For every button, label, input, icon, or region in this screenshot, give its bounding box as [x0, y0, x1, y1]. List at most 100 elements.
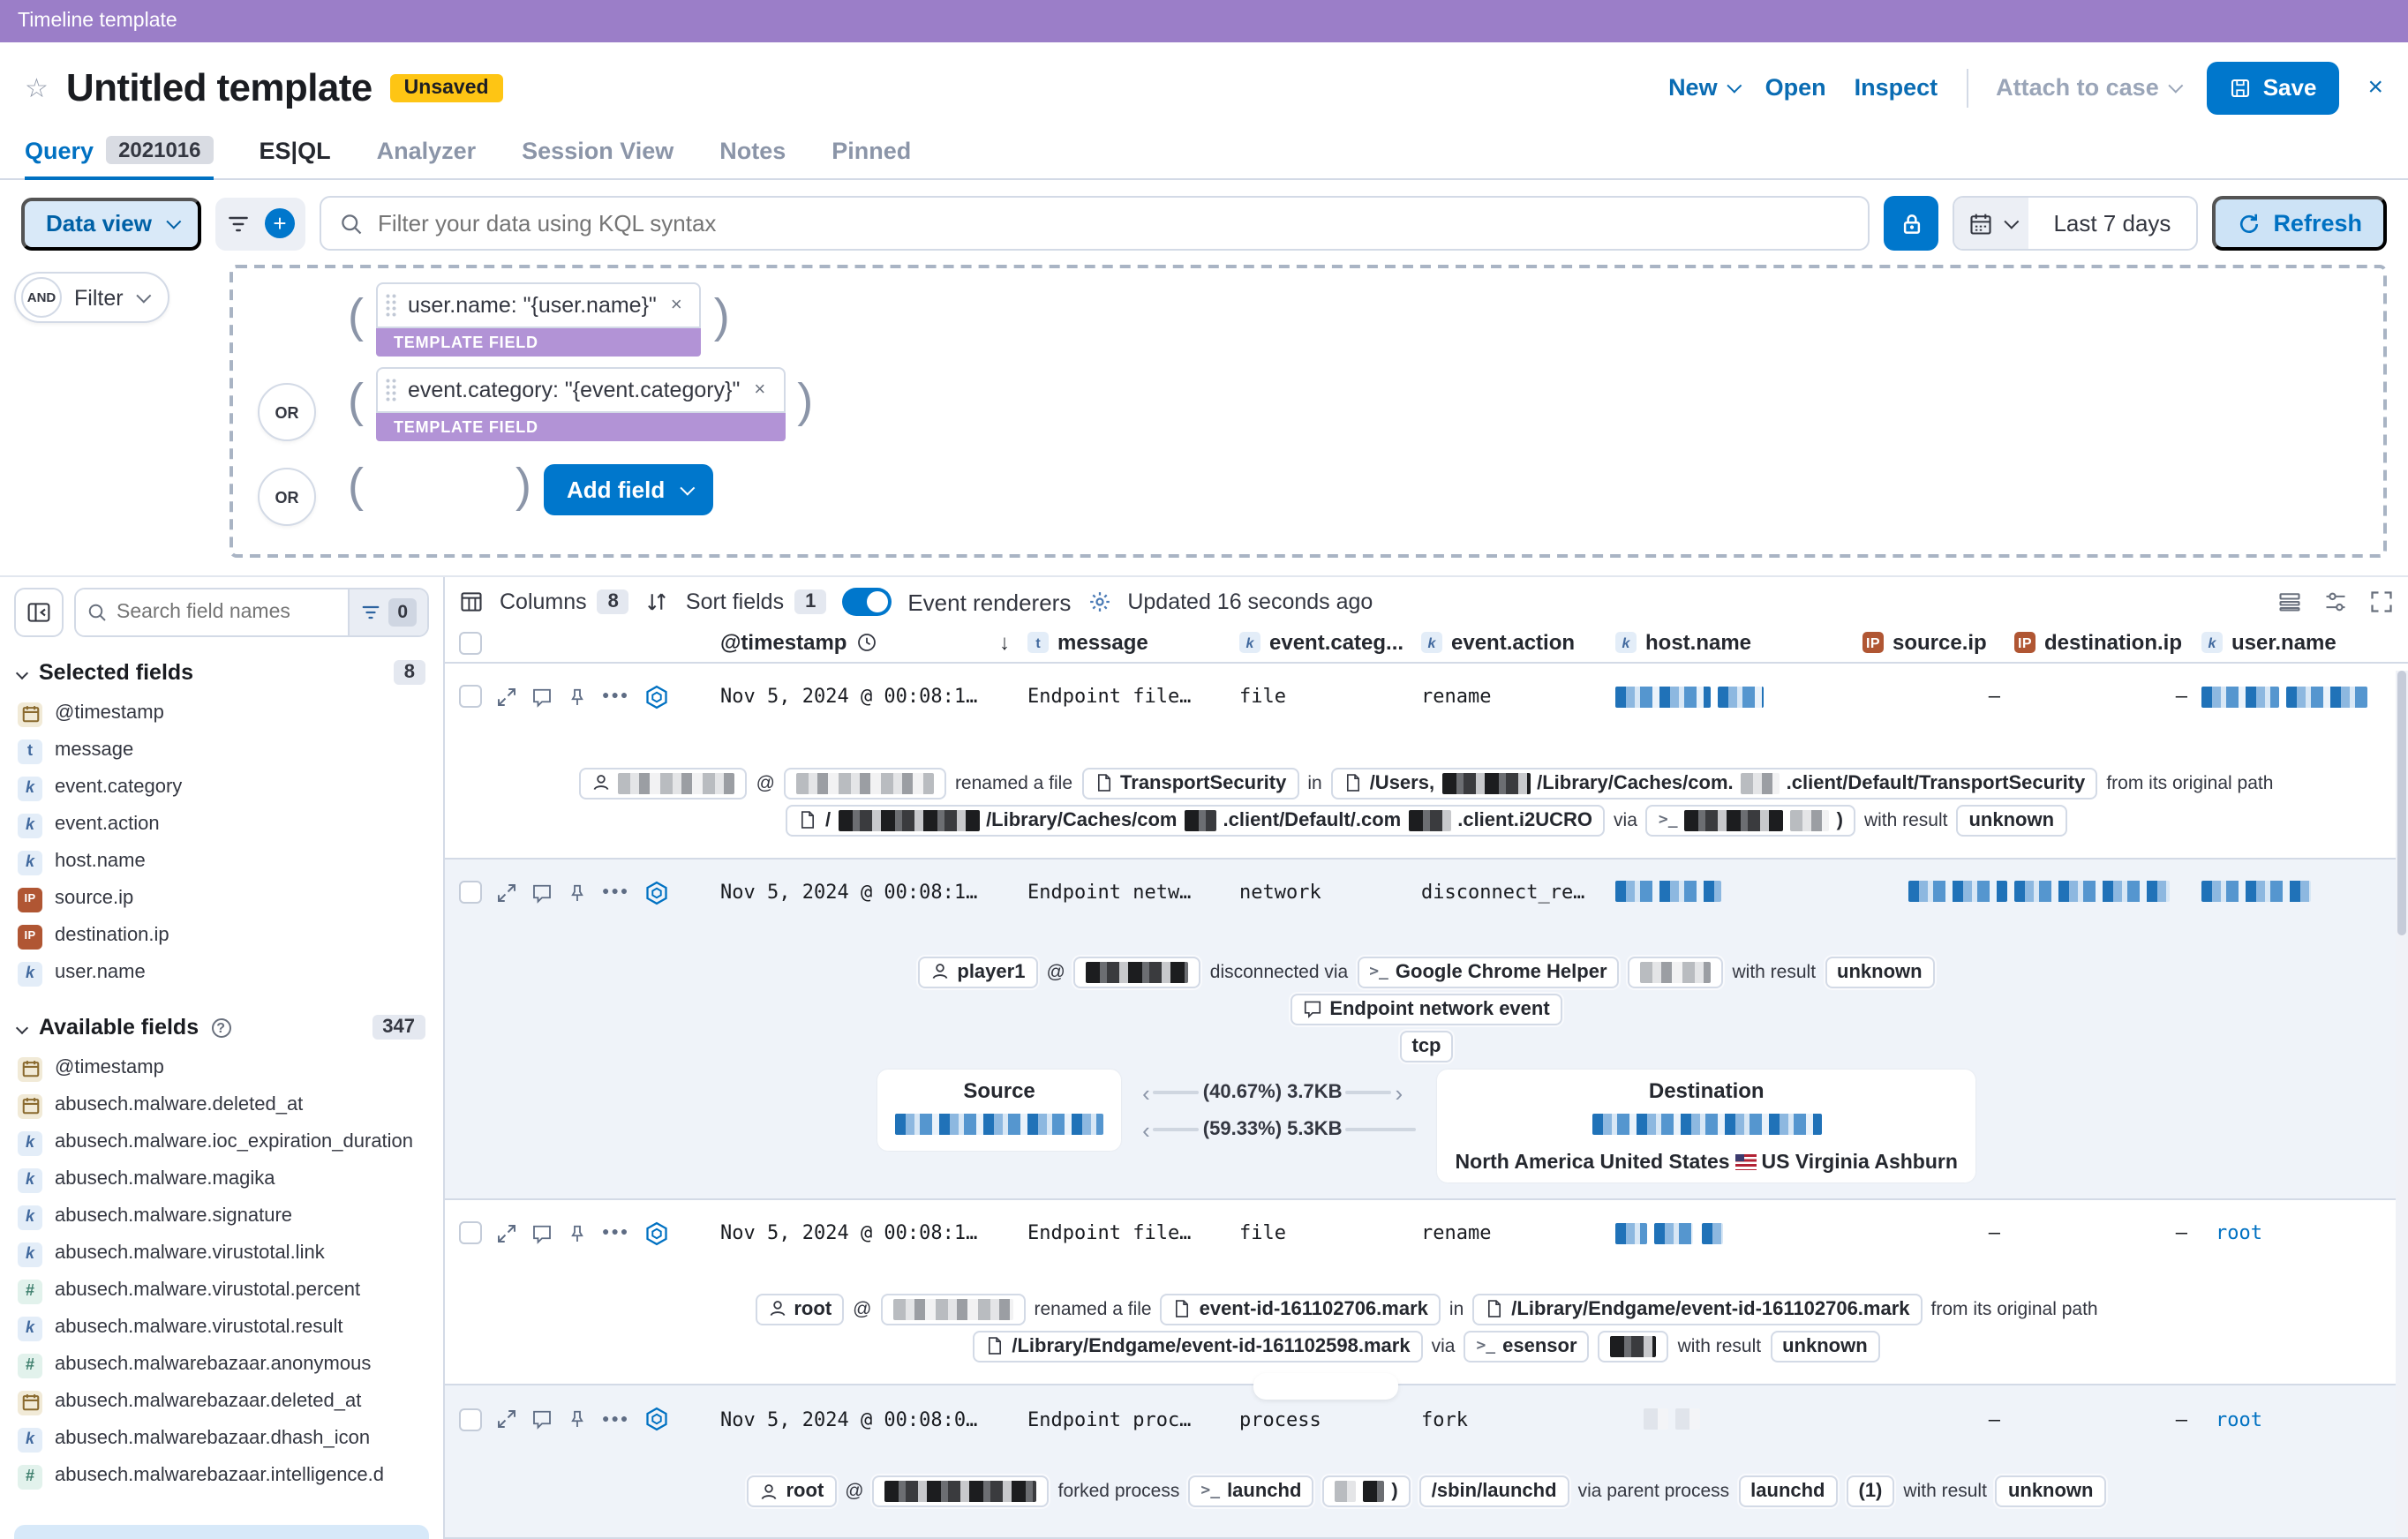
path-chip[interactable]: /sbin/launchd [1418, 1475, 1569, 1508]
column-event-action[interactable]: k event.action [1421, 631, 1615, 656]
list-item[interactable]: IP source.ip [14, 881, 429, 918]
calendar-menu-button[interactable] [1954, 198, 2029, 249]
inspect-button[interactable]: Inspect [1855, 74, 1938, 101]
list-item[interactable]: # abusech.malware.virustotal.percent [14, 1272, 429, 1310]
path-chip[interactable]: /Users,/Library/Caches/com. .client/Defau… [1330, 767, 2098, 800]
pin-icon[interactable] [567, 882, 588, 903]
filter-icon[interactable] [226, 211, 251, 236]
tab-query[interactable]: Query 2021016 [25, 136, 214, 180]
comment-icon[interactable] [531, 1409, 553, 1430]
select-all-checkbox[interactable] [459, 631, 482, 655]
list-item[interactable]: IP destination.ip [14, 918, 429, 955]
remove-filter-icon[interactable]: × [667, 295, 686, 316]
field-search-input[interactable] [117, 602, 338, 623]
column-event-category[interactable]: k event.categ... [1239, 631, 1421, 656]
sort-desc-icon[interactable]: ↓ [999, 631, 1010, 656]
pin-icon[interactable] [567, 1223, 588, 1244]
result-chip[interactable]: unknown [1825, 956, 1935, 988]
expand-event-icon[interactable] [496, 687, 517, 708]
row-checkbox[interactable] [459, 1221, 482, 1245]
selected-fields-header[interactable]: Selected fields 8 [15, 660, 425, 685]
process-chip[interactable]: >_ Google Chrome Helper [1357, 956, 1620, 988]
list-item[interactable]: # abusech.malwarebazaar.intelligence.d [14, 1458, 429, 1495]
row-checkbox[interactable] [459, 881, 482, 905]
redacted-chip[interactable] [1598, 1330, 1669, 1363]
list-item[interactable]: k abusech.malware.magika [14, 1161, 429, 1198]
analyzer-icon[interactable] [643, 1408, 668, 1432]
density-icon[interactable] [2277, 589, 2302, 614]
user-chip[interactable]: player1 [918, 956, 1038, 988]
list-item[interactable]: k abusech.malware.ioc_expiration_duration [14, 1124, 429, 1161]
process-chip[interactable]: >_ launchd [1188, 1475, 1314, 1508]
add-field-button[interactable]: Add field [544, 464, 713, 515]
list-item[interactable]: k user.name [14, 955, 429, 992]
file-chip[interactable]: TransportSecurity [1081, 767, 1299, 800]
result-chip[interactable]: unknown [1956, 804, 2067, 837]
list-item[interactable]: k event.action [14, 807, 429, 844]
pin-icon[interactable] [567, 1409, 588, 1430]
drag-handle[interactable] [385, 378, 397, 402]
parent-process-chip[interactable]: launchd [1738, 1475, 1838, 1508]
process-chip[interactable]: >_) [1645, 804, 1855, 837]
host-chip[interactable] [880, 1293, 1026, 1325]
column-timestamp[interactable]: @timestamp ↓ [674, 631, 1027, 656]
time-range-label[interactable]: Last 7 days [2028, 210, 2196, 236]
list-item[interactable]: k abusech.malware.signature [14, 1198, 429, 1235]
row-checkbox[interactable] [459, 1408, 482, 1431]
open-button[interactable]: Open [1765, 74, 1826, 101]
table-row[interactable]: ●●● Nov 5, 2024 @ 00:08:0… Endpoint proc… [445, 1393, 2408, 1446]
cell-user[interactable]: root [2201, 1222, 2408, 1245]
expand-event-icon[interactable] [496, 882, 517, 903]
list-item[interactable]: abusech.malware.deleted_at [14, 1087, 429, 1124]
event-type-chip[interactable]: Endpoint network event [1291, 993, 1562, 1025]
list-item[interactable]: k abusech.malware.virustotal.link [14, 1235, 429, 1272]
drag-handle[interactable] [385, 293, 397, 318]
host-chip[interactable] [1073, 956, 1201, 988]
column-host-name[interactable]: k host.name [1615, 631, 1862, 656]
analyzer-icon[interactable] [643, 685, 668, 709]
list-item[interactable]: @timestamp [14, 1050, 429, 1087]
lock-date-picker-button[interactable] [1884, 196, 1939, 251]
sliders-icon[interactable] [2323, 589, 2348, 614]
kql-input[interactable] [377, 210, 1851, 236]
event-renderers-toggle[interactable] [842, 588, 892, 616]
filter-chip-user-name[interactable]: user.name: "{user.name}" × TEMPLATE FIEL… [376, 282, 702, 357]
comment-icon[interactable] [531, 1223, 553, 1244]
new-button[interactable]: New [1668, 74, 1742, 101]
tab-analyzer[interactable]: Analyzer [377, 138, 477, 178]
column-message[interactable]: t message [1027, 631, 1239, 656]
column-destination-ip[interactable]: IP destination.ip [2014, 631, 2201, 656]
columns-button[interactable]: Columns [500, 589, 587, 614]
pid-chip[interactable]: (1) [1846, 1475, 1895, 1508]
host-chip[interactable] [872, 1475, 1050, 1508]
field-filter-button[interactable]: 0 [348, 589, 427, 635]
user-chip[interactable]: root [755, 1293, 845, 1325]
table-row[interactable]: ●●● Nov 5, 2024 @ 00:08:1… Endpoint netw… [445, 866, 2408, 919]
expand-event-icon[interactable] [496, 1223, 517, 1244]
available-fields-header[interactable]: Available fields ? 347 [15, 1015, 425, 1040]
column-user-name[interactable]: k user.name [2201, 631, 2408, 656]
kql-search-box[interactable] [319, 196, 1870, 251]
list-item[interactable]: @timestamp [14, 695, 429, 732]
add-a-field-button[interactable]: Add a field [14, 1525, 429, 1539]
more-actions-icon[interactable]: ●●● [602, 1414, 629, 1426]
list-item[interactable]: k abusech.malwarebazaar.dhash_icon [14, 1421, 429, 1458]
user-chip[interactable] [579, 767, 748, 800]
process-chip[interactable]: >_ esensor [1464, 1330, 1590, 1363]
fullscreen-icon[interactable] [2369, 589, 2394, 614]
attach-to-case-button[interactable]: Attach to case [1996, 74, 2184, 101]
collapse-sidebar-button[interactable] [14, 588, 64, 637]
list-item[interactable]: t message [14, 732, 429, 770]
data-view-button[interactable]: Data view [21, 197, 201, 250]
file-chip[interactable]: event-id-161102706.mark [1160, 1293, 1441, 1325]
more-actions-icon[interactable]: ●●● [602, 691, 629, 703]
protocol-chip[interactable]: tcp [1399, 1030, 1454, 1062]
tab-pinned[interactable]: Pinned [832, 138, 911, 178]
more-actions-icon[interactable]: ●●● [602, 1227, 629, 1240]
remove-filter-icon[interactable]: × [750, 379, 769, 401]
analyzer-icon[interactable] [643, 880, 668, 905]
pin-icon[interactable] [567, 687, 588, 708]
table-row[interactable]: ●●● Nov 5, 2024 @ 00:08:1… Endpoint file… [445, 671, 2408, 724]
list-item[interactable]: abusech.malwarebazaar.deleted_at [14, 1384, 429, 1421]
favorite-star-icon[interactable]: ☆ [25, 71, 49, 103]
